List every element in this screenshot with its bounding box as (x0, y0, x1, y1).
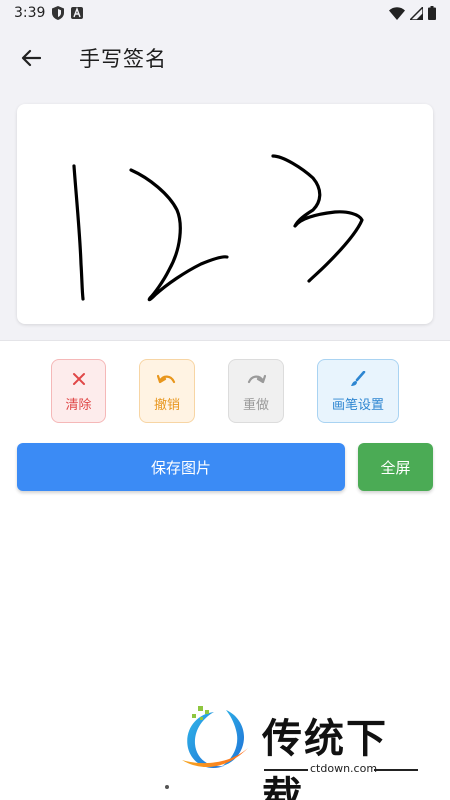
undo-button[interactable]: 撤销 (139, 359, 195, 423)
undo-label: 撤销 (153, 397, 180, 413)
status-bar: 3:39 (0, 0, 450, 26)
status-time: 3:39 (14, 5, 46, 21)
clear-button[interactable]: 清除 (51, 359, 106, 423)
app-bar: 手写签名 (0, 26, 450, 90)
ctdown-logo-icon (182, 706, 248, 768)
back-button[interactable] (16, 43, 46, 73)
shield-icon (52, 6, 65, 20)
wifi-icon (389, 6, 405, 20)
canvas-area (0, 90, 450, 340)
redo-button[interactable]: 重做 (228, 359, 284, 423)
watermark-url: ctdown.com (310, 762, 378, 775)
pen-settings-label: 画笔设置 (331, 397, 384, 413)
watermark-brand: 传统下载 (262, 716, 388, 800)
watermark-divider-left (264, 769, 308, 771)
save-image-button[interactable]: 保存图片 (17, 443, 345, 491)
redo-icon (246, 370, 266, 388)
redo-label: 重做 (242, 397, 269, 413)
watermark: 传统下载 ctdown.com (178, 702, 428, 800)
battery-icon (428, 6, 436, 20)
signature-strokes (72, 154, 364, 302)
home-indicator (165, 785, 169, 789)
clear-label: 清除 (65, 397, 92, 413)
signal-icon (410, 6, 423, 20)
pen-settings-button[interactable]: 画笔设置 (317, 359, 399, 423)
signature-canvas[interactable] (17, 104, 433, 324)
a-icon (71, 7, 84, 19)
page-title: 手写签名 (79, 47, 167, 71)
fullscreen-button[interactable]: 全屏 (358, 443, 433, 491)
close-icon (72, 370, 86, 388)
brush-icon (350, 370, 366, 388)
arrow-left-icon (21, 49, 41, 67)
undo-icon (157, 370, 177, 388)
watermark-divider-right (374, 769, 418, 771)
